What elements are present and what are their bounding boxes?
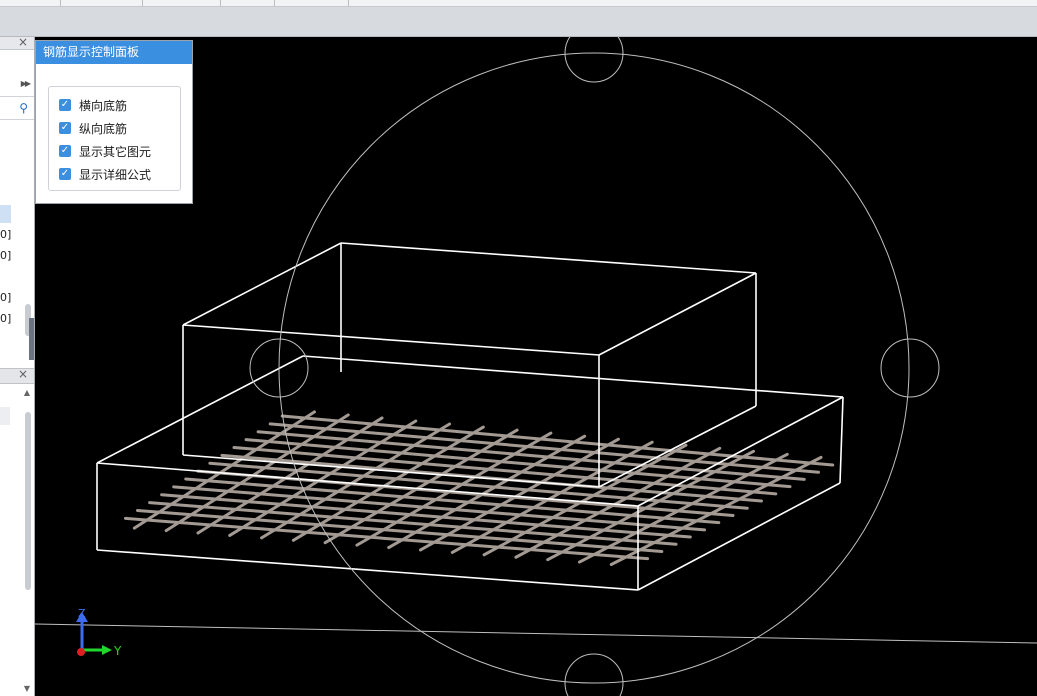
scrollbar-thumb[interactable] <box>25 412 31 590</box>
rebar-bar <box>136 508 664 553</box>
selected-tree-item[interactable] <box>0 205 11 223</box>
option-show-other-elements[interactable]: ✓ 显示其它图元 <box>59 143 151 159</box>
wireframe-edge <box>839 396 844 484</box>
option-label: 纵向底筋 <box>79 121 128 136</box>
y-axis-label: Y <box>113 644 122 658</box>
axis-indicator-icon: Z Y <box>76 607 122 658</box>
rebar-bar <box>160 493 692 539</box>
menu-separator <box>274 0 275 6</box>
option-label: 显示其它图元 <box>79 144 152 159</box>
origin-icon <box>77 648 85 656</box>
expand-arrows-icon[interactable]: ▶▶ <box>21 79 31 88</box>
checkbox-checked-icon[interactable]: ✓ <box>59 122 71 134</box>
menu-separator <box>60 0 61 6</box>
scroll-up-icon[interactable]: ▲ <box>24 388 30 397</box>
toolbar <box>0 7 1037 37</box>
checkbox-checked-icon[interactable]: ✓ <box>59 168 71 180</box>
menu-separator <box>142 0 143 6</box>
rebar-bar <box>184 477 721 525</box>
options-group: ✓ 横向底筋 ✓ 纵向底筋 ✓ 显示其它图元 ✓ 显示详细公式 <box>48 86 181 191</box>
z-axis-label: Z <box>78 607 86 620</box>
tree-item[interactable]: 0] <box>0 249 11 262</box>
search-icon[interactable]: ⚲ <box>19 101 28 115</box>
y-arrow-icon <box>102 645 112 655</box>
checkbox-checked-icon[interactable]: ✓ <box>59 99 71 111</box>
wireframe-edge <box>340 242 757 274</box>
splitter-handle[interactable] <box>29 318 34 360</box>
close-icon[interactable]: × <box>18 367 28 381</box>
orbit-handle-top[interactable] <box>564 37 624 83</box>
list-item[interactable] <box>0 407 10 425</box>
toolbar-row: ▶▶ <box>0 76 34 97</box>
view-cube-circles[interactable] <box>249 37 940 696</box>
checkbox-checked-icon[interactable]: ✓ <box>59 145 71 157</box>
wireframe-edge <box>96 355 304 464</box>
wireframe-edge <box>598 272 757 356</box>
menu-separator <box>348 0 349 6</box>
scroll-down-icon[interactable]: ▼ <box>24 684 30 693</box>
orbit-handle-right[interactable] <box>880 338 940 398</box>
rebar-grid <box>123 410 835 567</box>
option-label: 显示详细公式 <box>79 167 152 182</box>
option-label: 横向底筋 <box>79 98 128 113</box>
menu-separator <box>220 0 221 6</box>
option-transverse-bottom-rebar[interactable]: ✓ 横向底筋 <box>59 97 127 113</box>
rebar-bar <box>123 516 650 561</box>
tree-item[interactable]: 0] <box>0 291 11 304</box>
menu-bar <box>0 0 1037 7</box>
panel-header-2: × <box>0 367 34 384</box>
rebar-bar <box>172 485 707 532</box>
tree-item[interactable]: 0] <box>0 312 11 325</box>
orbit-handle-bottom[interactable] <box>564 653 624 696</box>
tree-item[interactable]: 0] <box>0 228 11 241</box>
rebar-display-control-panel: 钢筋显示控制面板 ✓ 横向底筋 ✓ 纵向底筋 ✓ 显示其它图元 ✓ 显示详细公式 <box>35 40 193 204</box>
option-longitudinal-bottom-rebar[interactable]: ✓ 纵向底筋 <box>59 120 127 136</box>
search-row: ⚲ <box>0 99 34 120</box>
panel-title: 钢筋显示控制面板 <box>36 41 192 64</box>
wireframe-edge <box>182 242 342 326</box>
close-icon[interactable]: × <box>18 37 28 49</box>
wireframe-edge <box>182 324 600 356</box>
component-tree-panel: × ▶▶ ⚲ 0] 0] 0] 0] × ▲ ▼ <box>0 37 35 696</box>
rebar-bar <box>148 501 678 546</box>
orbit-ring[interactable] <box>278 52 910 684</box>
wireframe-edge <box>302 355 844 398</box>
option-show-detailed-formula[interactable]: ✓ 显示详细公式 <box>59 166 151 182</box>
ground-line <box>35 623 1037 644</box>
panel-header: × <box>0 37 34 50</box>
